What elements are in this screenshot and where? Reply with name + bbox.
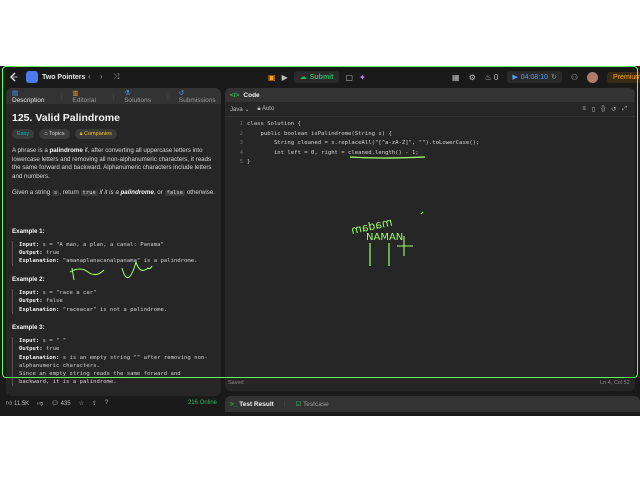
leetcode-logo-icon[interactable] xyxy=(9,72,19,82)
layout-icon[interactable]: ▦ xyxy=(452,73,460,82)
problem-list-icon xyxy=(26,71,38,83)
example-2: Input: s = "race a car" Output: false Ex… xyxy=(12,289,215,314)
problem-statement: A phrase is a palindrome if, after conve… xyxy=(12,147,212,180)
reset-icon[interactable]: ↺ xyxy=(611,106,616,113)
run-controls: ▣ ▶ ☁ Submit ▢ ✦ xyxy=(268,70,366,84)
console-tabs: >_ Test Result | ☑ Testcase xyxy=(225,396,640,412)
comments-button[interactable]: 💬︎ 435 xyxy=(51,400,70,407)
save-status: Saved xyxy=(228,380,244,386)
notes-icon[interactable]: ▢ xyxy=(345,73,353,82)
premium-button[interactable]: Premium xyxy=(607,71,640,83)
example-3-title: Example 3: xyxy=(12,323,45,331)
star-icon[interactable]: ☆ xyxy=(79,400,84,407)
fullscreen-icon[interactable]: ⤢ xyxy=(622,106,627,113)
upload-icon: ☁ xyxy=(299,74,307,81)
timer[interactable]: ▶ 04:08:10 ↻ xyxy=(507,71,562,83)
format-icon[interactable]: ≡ xyxy=(582,106,586,113)
ai-assist-icon[interactable]: ✦ xyxy=(359,73,366,82)
flask-icon: ⚗ xyxy=(124,89,131,97)
like-button[interactable]: 👍︎ 11.5K xyxy=(6,399,29,407)
problem-title: 125. Valid Palindrome xyxy=(12,112,120,124)
code-tab-label[interactable]: Code xyxy=(243,92,259,99)
problem-tags: Easy ⌂ Topics 🔒︎ Companies xyxy=(12,128,215,139)
shuffle-icon[interactable]: ⤨ xyxy=(113,72,119,82)
problem-description: 125. Valid Palindrome Easy ⌂ Topics 🔒︎ C… xyxy=(6,104,221,392)
pause-icon: ▶ xyxy=(512,74,518,81)
tab-solutions[interactable]: ⚗ Solutions xyxy=(124,89,157,104)
code-line-4: int left = 0, right = cleaned.length() -… xyxy=(247,149,419,156)
cursor-position: Ln 4, Col 52 xyxy=(600,380,630,386)
fire-streak[interactable]: ♨ 0 xyxy=(485,73,499,82)
run-icon[interactable]: ▶ xyxy=(282,73,288,82)
help-icon[interactable]: ? xyxy=(105,400,108,406)
top-bar: Two Pointers ‹ › ⤨ ▣ ▶ ☁ Submit ▢ ✦ ▦ ⚙ … xyxy=(0,66,640,88)
fire-icon: ♨ xyxy=(484,72,492,82)
example-1-title: Example 1: xyxy=(12,227,45,235)
braces-icon[interactable]: {} xyxy=(601,106,605,113)
submit-button[interactable]: ☁ Submit xyxy=(293,71,340,83)
tab-test-result[interactable]: >_ Test Result xyxy=(230,401,274,408)
fire-count: 0 xyxy=(493,72,499,82)
description-footer: 👍︎ 11.5K 👎︎ 💬︎ 435 ☆ ⇪ ? 216 Online xyxy=(6,396,221,410)
companies-tag[interactable]: 🔒︎ Companies xyxy=(74,128,117,139)
code-panel: </> Code Java ⌄ 🔒︎ Auto ≡ ▯ {} ↺ ⤢ 1 2 3… xyxy=(225,88,635,391)
submit-label: Submit xyxy=(309,73,334,81)
example-3: Input: s = " " Output: true Explanation:… xyxy=(12,337,215,387)
lock-icon: 🔒︎ xyxy=(79,130,83,137)
tab-editorial[interactable]: ▥ Editorial xyxy=(72,89,102,104)
problem-task: Given a string s, return true if it is a… xyxy=(12,189,216,196)
bookmark-icon[interactable]: ▯ xyxy=(592,106,595,113)
top-right-controls: ▦ ⚙ ♨ 0 ▶ 04:08:10 ↻ ⚇ Premium xyxy=(452,70,640,84)
example-1: Input: s = "A man, a plan, a canal: Pana… xyxy=(12,241,215,266)
tab-submissions[interactable]: ↺ Submissions xyxy=(179,89,221,104)
problem-list-button[interactable]: Two Pointers xyxy=(26,70,85,84)
topics-tag[interactable]: ⌂ Topics xyxy=(39,128,70,139)
code-header: </> Code xyxy=(225,88,635,102)
add-friend-icon[interactable]: ⚇ xyxy=(571,73,578,82)
book-icon: ▥ xyxy=(72,89,79,97)
code-line-3: String cleaned = s.replaceAll("[^a-zA-Z]… xyxy=(247,140,480,146)
code-line-1: class Solution { xyxy=(247,121,301,127)
code-line-5: } xyxy=(247,159,251,165)
timer-value: 04:08:10 xyxy=(520,73,548,81)
next-problem-icon[interactable]: › xyxy=(100,72,103,81)
prev-problem-icon[interactable]: ‹ xyxy=(88,72,91,81)
tab-description[interactable]: ▤ Description xyxy=(12,89,51,104)
code-icon: </> xyxy=(230,91,240,99)
language-select[interactable]: Java ⌄ xyxy=(230,106,249,113)
difficulty-badge[interactable]: Easy xyxy=(12,128,35,139)
description-panel: ▤ Description | ▥ Editorial | ⚗ Solution… xyxy=(6,88,221,396)
code-line-2: public boolean isPalindrome(String s) { xyxy=(247,130,392,137)
avatar[interactable] xyxy=(587,71,599,83)
chevron-down-icon: ⌄ xyxy=(244,106,250,113)
code-editor[interactable]: 1 2 3 4 5 class Solution { public boolea… xyxy=(225,117,635,165)
terminal-icon: >_ xyxy=(230,400,238,408)
problem-list-label: Two Pointers xyxy=(42,73,86,81)
checkbox-icon: ☑ xyxy=(295,401,302,408)
settings-icon[interactable]: ⚙ xyxy=(469,73,476,82)
doc-icon: ▤ xyxy=(12,89,19,97)
share-icon[interactable]: ⇪ xyxy=(92,400,97,407)
auto-mode[interactable]: 🔒︎ Auto xyxy=(257,106,274,113)
reset-timer-icon: ↻ xyxy=(551,74,557,81)
history-icon: ↺ xyxy=(178,89,185,97)
online-count: 216 Online xyxy=(187,400,217,406)
editor-toolbar: Java ⌄ 🔒︎ Auto ≡ ▯ {} ↺ ⤢ xyxy=(225,102,635,117)
tab-testcase[interactable]: ☑ Testcase xyxy=(296,400,329,408)
description-tabs: ▤ Description | ▥ Editorial | ⚗ Solution… xyxy=(6,88,221,104)
dislike-icon[interactable]: 👎︎ xyxy=(37,399,43,407)
tag-icon: ⌂ xyxy=(44,130,48,137)
editor-tools: ≡ ▯ {} ↺ ⤢ xyxy=(582,106,627,113)
example-2-title: Example 2: xyxy=(12,275,45,283)
debug-icon[interactable]: ▣ xyxy=(268,73,276,82)
lock-icon: 🔒︎ xyxy=(257,105,261,112)
